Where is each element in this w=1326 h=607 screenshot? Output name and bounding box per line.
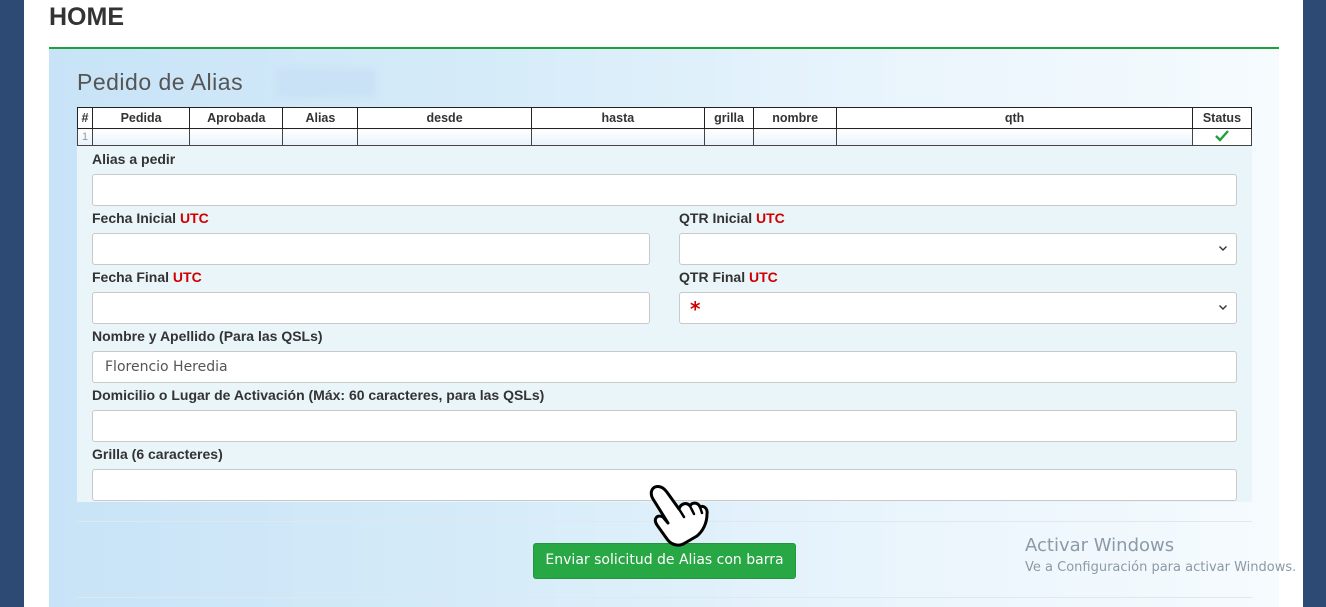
grilla-label: Grilla (6 caracteres): [92, 446, 223, 462]
alias-request-form: Alias a pedir Fecha Inicial UTC QTR Inic…: [77, 146, 1252, 502]
column-header-alias: Alias: [282, 107, 359, 129]
column-header-qth: qth: [836, 107, 1193, 129]
alias-request-panel: Pedido de Alias # Pedida Aprobada Alias …: [49, 49, 1279, 607]
domicilio-input[interactable]: [92, 410, 1237, 442]
column-header-status: Status: [1191, 107, 1253, 129]
alias-table: # Pedida Aprobada Alias desde hasta gril…: [76, 107, 1253, 146]
page-container: HOME Pedido de Alias # Pedida Aprobada A…: [24, 0, 1303, 607]
qtr-final-select[interactable]: *: [679, 292, 1237, 324]
qtr-inicial-label: QTR Inicial UTC: [679, 210, 785, 226]
watermark-title: Activar Windows: [1025, 535, 1175, 556]
cell-pedida: [92, 128, 191, 146]
column-header-nombre: nombre: [753, 107, 838, 129]
cell-aprobada: [189, 128, 284, 146]
column-header-num: #: [76, 107, 94, 129]
required-asterisk: *: [690, 297, 701, 321]
table-header-row: # Pedida Aprobada Alias desde hasta gril…: [76, 107, 1253, 129]
domicilio-label: Domicilio o Lugar de Activación (Máx: 60…: [92, 387, 545, 403]
table-row[interactable]: 1: [76, 128, 1253, 146]
row-number: 1: [76, 128, 94, 146]
cell-grilla: [704, 128, 755, 146]
cell-desde: [357, 128, 532, 146]
column-header-pedida: Pedida: [92, 107, 191, 129]
chevron-down-icon: [1219, 246, 1227, 251]
column-header-desde: desde: [357, 107, 532, 129]
check-icon: [1215, 130, 1229, 142]
cell-alias: [282, 128, 359, 146]
cell-nombre: [753, 128, 838, 146]
pointer-hand-icon: [649, 485, 709, 547]
divider-bottom: [77, 597, 1252, 598]
cell-qth: [836, 128, 1193, 146]
nombre-input[interactable]: Florencio Heredia: [92, 351, 1237, 383]
fecha-inicial-input[interactable]: [92, 233, 650, 265]
utc-tag: UTC: [749, 269, 778, 285]
utc-tag: UTC: [179, 210, 209, 226]
cell-hasta: [530, 128, 706, 146]
alias-input[interactable]: [92, 174, 1237, 206]
panel-title: Pedido de Alias: [77, 69, 244, 95]
utc-tag: UTC: [756, 210, 785, 226]
column-header-hasta: hasta: [530, 107, 706, 129]
column-header-grilla: grilla: [704, 107, 755, 129]
qtr-inicial-label-text: QTR Inicial: [679, 210, 753, 226]
alias-label: Alias a pedir: [92, 151, 176, 167]
qtr-final-label: QTR Final UTC: [679, 269, 778, 285]
cell-status: [1191, 128, 1253, 146]
fecha-final-label-text: Fecha Final: [92, 269, 170, 285]
fecha-final-input[interactable]: [92, 292, 650, 324]
chevron-down-icon: [1219, 305, 1227, 310]
fecha-final-label: Fecha Final UTC: [92, 269, 202, 285]
fecha-inicial-label-text: Fecha Inicial: [92, 210, 177, 226]
nombre-label: Nombre y Apellido (Para las QSLs): [92, 328, 323, 344]
utc-tag: UTC: [172, 269, 202, 285]
redacted-area: [276, 69, 376, 97]
page-title: HOME: [49, 3, 124, 31]
watermark-subtitle: Ve a Configuración para activar Windows.: [1025, 560, 1297, 575]
column-header-aprobada: Aprobada: [189, 107, 284, 129]
qtr-inicial-select[interactable]: [679, 233, 1237, 265]
activation-watermark: Activar Windows Ve a Configuración para …: [1025, 535, 1296, 575]
fecha-inicial-label: Fecha Inicial UTC: [92, 210, 209, 226]
qtr-final-label-text: QTR Final: [679, 269, 746, 285]
